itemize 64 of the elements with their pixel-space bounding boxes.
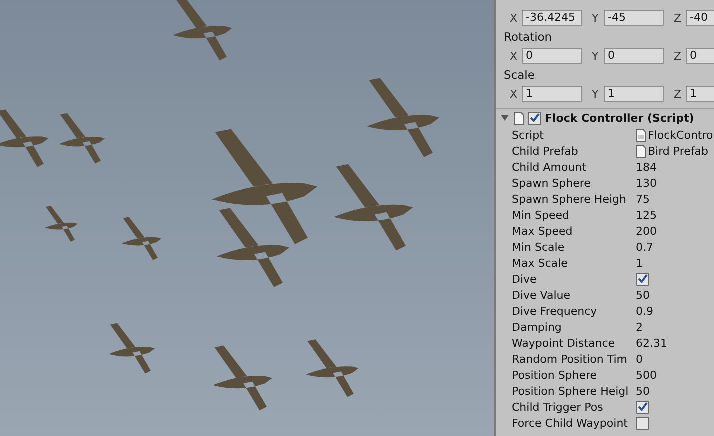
- axis-label: Z: [674, 88, 683, 100]
- number-field[interactable]: 1: [604, 86, 664, 102]
- property-value[interactable]: 184: [636, 160, 657, 174]
- property-value[interactable]: 50: [636, 384, 650, 398]
- number-field[interactable]: -40: [686, 10, 714, 26]
- section-label: Scale: [503, 67, 536, 84]
- property-label: Child Trigger Pos: [512, 400, 604, 414]
- axis-label: X: [510, 50, 519, 62]
- number-field[interactable]: 1: [522, 86, 582, 102]
- script-file-icon: [636, 128, 646, 142]
- axis-label: Y: [592, 12, 600, 24]
- property-label: Dive Value: [512, 288, 572, 302]
- property-value[interactable]: 130: [636, 176, 657, 190]
- axis-label: Z: [674, 50, 683, 62]
- number-field[interactable]: -36.4245: [522, 10, 582, 26]
- property-label: Spawn Sphere: [512, 176, 592, 190]
- property-label: Spawn Sphere Heigh: [512, 192, 628, 206]
- property-value[interactable]: 1: [636, 256, 643, 270]
- property-label: Script: [512, 128, 545, 142]
- file-icon: [636, 144, 646, 158]
- property-checkbox[interactable]: [636, 416, 649, 430]
- property-value[interactable]: 50: [636, 288, 650, 302]
- property-label: Force Child Waypoint: [512, 416, 629, 430]
- property-value[interactable]: 125: [636, 208, 657, 222]
- property-label: Random Position Tim: [512, 352, 629, 366]
- section-label: Rotation: [503, 29, 554, 46]
- property-value[interactable]: 2: [636, 320, 643, 334]
- axis-label: Y: [592, 88, 600, 100]
- number-field[interactable]: 0: [686, 48, 714, 64]
- property-label: Child Amount: [512, 160, 588, 174]
- property-label: Max Speed: [512, 224, 574, 238]
- property-label: Child Prefab: [512, 144, 580, 158]
- object-field[interactable]: FlockContro: [648, 128, 714, 142]
- property-label: Min Scale: [512, 240, 566, 254]
- component-title: Flock Controller (Script): [545, 112, 694, 124]
- number-field[interactable]: -45: [604, 10, 664, 26]
- property-value[interactable]: 0.7: [636, 240, 654, 254]
- number-field[interactable]: 0: [522, 48, 582, 64]
- number-field[interactable]: 0: [604, 48, 664, 64]
- property-label: Waypoint Distance: [512, 336, 616, 350]
- object-field[interactable]: Bird Prefab: [648, 144, 708, 158]
- axis-label: Y: [592, 50, 600, 62]
- property-label: Position Sphere: [512, 368, 598, 382]
- axis-label: Z: [674, 12, 683, 24]
- axis-label: X: [510, 12, 519, 24]
- property-value[interactable]: 200: [636, 224, 657, 238]
- property-value[interactable]: 500: [636, 368, 657, 382]
- axis-label: X: [510, 88, 519, 100]
- property-label: Position Sphere Heigl: [512, 384, 630, 398]
- property-label: Damping: [512, 320, 563, 334]
- property-value[interactable]: 75: [636, 192, 650, 206]
- property-checkbox[interactable]: [636, 272, 649, 286]
- enable-checkbox[interactable]: [528, 112, 541, 124]
- property-label: Min Speed: [512, 208, 570, 222]
- property-value[interactable]: 62.31: [636, 336, 668, 350]
- file-icon: [514, 112, 524, 124]
- property-value[interactable]: 0.9: [636, 304, 654, 318]
- property-label: Dive: [512, 272, 538, 286]
- property-value[interactable]: 0: [636, 352, 643, 366]
- property-label: Max Scale: [512, 256, 569, 270]
- property-checkbox[interactable]: [636, 400, 649, 414]
- expand-triangle-icon[interactable]: [500, 113, 510, 123]
- number-field[interactable]: 1: [686, 86, 714, 102]
- property-label: Dive Frequency: [512, 304, 598, 318]
